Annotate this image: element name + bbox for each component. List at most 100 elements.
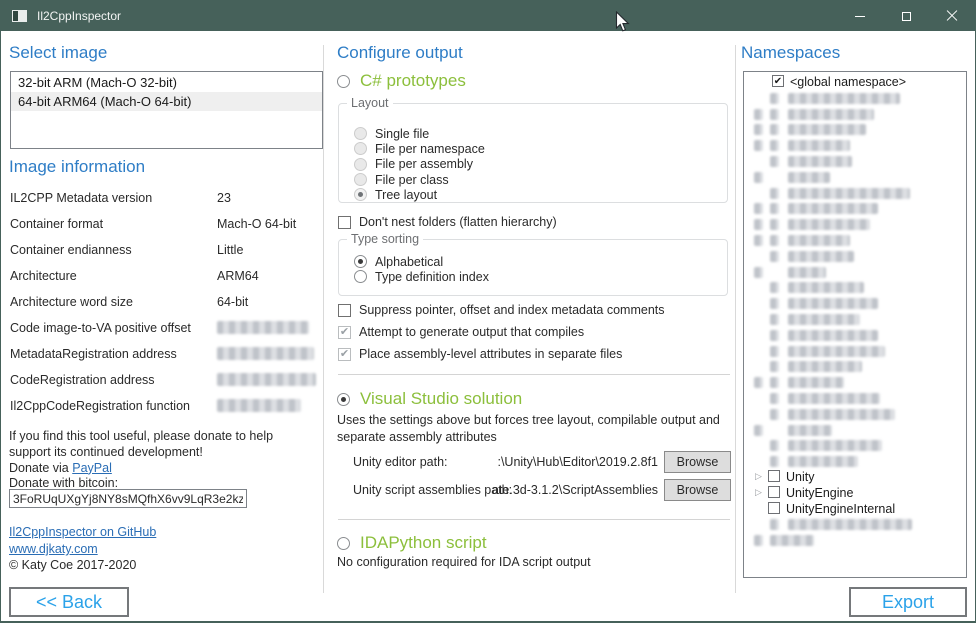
option-checkbox-row[interactable]: ✔ Place assembly-level attributes in sepa… bbox=[338, 347, 622, 361]
layout-radio-row[interactable]: Tree layout bbox=[354, 187, 727, 202]
redacted-namespace bbox=[788, 361, 862, 372]
layout-radio[interactable] bbox=[354, 158, 367, 171]
layout-radio-row[interactable]: File per assembly bbox=[354, 157, 727, 172]
redacted-value bbox=[217, 399, 301, 412]
type-sorting-radio[interactable] bbox=[354, 270, 367, 283]
csharp-radio[interactable] bbox=[337, 75, 350, 88]
unity-editor-path-value: :\Unity\Hub\Editor\2019.2.8f1 bbox=[492, 455, 658, 469]
image-list-item[interactable]: 32-bit ARM (Mach-O 32-bit) bbox=[11, 73, 322, 92]
redacted-value bbox=[217, 373, 316, 386]
layout-radio[interactable] bbox=[354, 173, 367, 186]
type-sorting-radio-row[interactable]: Type definition index bbox=[354, 269, 727, 284]
flatten-label: Don't nest folders (flatten hierarchy) bbox=[359, 215, 557, 229]
redacted-namespace bbox=[754, 140, 763, 151]
info-label: Container format bbox=[10, 217, 103, 231]
expander-icon[interactable]: ▷ bbox=[755, 471, 762, 482]
info-label: Architecture bbox=[10, 269, 77, 283]
namespace-item-redacted bbox=[746, 328, 964, 343]
redacted-namespace bbox=[788, 298, 878, 309]
redacted-namespace bbox=[770, 140, 779, 151]
namespace-item-redacted bbox=[746, 359, 964, 374]
paypal-prefix: Donate via bbox=[9, 461, 72, 475]
redacted-namespace bbox=[754, 235, 763, 246]
minimize-button[interactable] bbox=[837, 1, 883, 31]
paypal-link[interactable]: PayPal bbox=[72, 461, 112, 475]
namespace-item-redacted bbox=[746, 533, 964, 548]
type-sorting-radio[interactable] bbox=[354, 255, 367, 268]
layout-radio-label: File per assembly bbox=[375, 157, 473, 171]
divider bbox=[735, 45, 736, 593]
info-label: Container endianness bbox=[10, 243, 132, 257]
namespace-label: UnityEngineInternal bbox=[786, 502, 895, 516]
image-list[interactable]: 32-bit ARM (Mach-O 32-bit)64-bit ARM64 (… bbox=[10, 71, 323, 149]
namespace-checkbox[interactable] bbox=[768, 486, 780, 498]
namespace-item[interactable]: ▷Unity bbox=[746, 470, 964, 485]
layout-radio[interactable] bbox=[354, 188, 367, 201]
layout-radio[interactable] bbox=[354, 127, 367, 140]
csharp-prototypes-option[interactable]: C# prototypes bbox=[337, 71, 466, 91]
option-checkbox[interactable]: ✔ bbox=[338, 348, 351, 361]
browse-editor-button[interactable]: Browse bbox=[664, 451, 731, 473]
layout-radio-row[interactable]: File per namespace bbox=[354, 141, 727, 156]
info-value: Little bbox=[217, 243, 243, 257]
expander-icon[interactable]: ▷ bbox=[755, 487, 762, 498]
type-sorting-options: AlphabeticalType definition index bbox=[339, 240, 727, 285]
namespace-item-redacted bbox=[746, 344, 964, 359]
flatten-checkbox[interactable] bbox=[338, 216, 351, 229]
redacted-namespace bbox=[770, 109, 779, 120]
browse-assemblies-button[interactable]: Browse bbox=[664, 479, 731, 501]
option-checkbox-row[interactable]: Suppress pointer, offset and index metad… bbox=[338, 303, 665, 317]
idapython-description: No configuration required for IDA script… bbox=[337, 555, 591, 569]
idapython-label: IDAPython script bbox=[360, 533, 487, 553]
export-button[interactable]: Export bbox=[849, 587, 967, 617]
image-info-heading: Image information bbox=[9, 157, 145, 177]
flatten-checkbox-row[interactable]: Don't nest folders (flatten hierarchy) bbox=[338, 215, 557, 229]
layout-radio-label: Tree layout bbox=[375, 188, 437, 202]
visual-studio-option[interactable]: Visual Studio solution bbox=[337, 389, 522, 409]
maximize-button[interactable] bbox=[883, 1, 929, 31]
option-checkbox-row[interactable]: ✔Attempt to generate output that compile… bbox=[338, 325, 584, 339]
redacted-namespace bbox=[788, 124, 866, 135]
idapython-radio[interactable] bbox=[337, 537, 350, 550]
idapython-option[interactable]: IDAPython script bbox=[337, 533, 487, 553]
close-button[interactable] bbox=[929, 1, 975, 31]
redacted-namespace bbox=[754, 124, 763, 135]
redacted-namespace bbox=[770, 203, 779, 214]
back-button[interactable]: << Back bbox=[9, 587, 129, 617]
image-info-table: IL2CPP Metadata version23 Container forma… bbox=[10, 187, 326, 421]
redacted-namespace bbox=[770, 330, 779, 341]
info-row: IL2CPP Metadata version23 bbox=[10, 187, 326, 213]
option-checkbox-label: Place assembly-level attributes in separ… bbox=[359, 347, 622, 361]
redacted-value bbox=[217, 321, 309, 334]
layout-radio[interactable] bbox=[354, 142, 367, 155]
bitcoin-address-input[interactable] bbox=[9, 489, 247, 508]
namespace-item-redacted bbox=[746, 107, 964, 122]
layout-radio-row[interactable]: Single file bbox=[354, 126, 727, 141]
visual-studio-radio[interactable] bbox=[337, 393, 350, 406]
info-label: CodeRegistration address bbox=[10, 373, 155, 387]
namespace-checkbox[interactable] bbox=[768, 470, 780, 482]
info-label: Il2CppCodeRegistration function bbox=[10, 399, 190, 413]
layout-radio-row[interactable]: File per class bbox=[354, 172, 727, 187]
namespace-item[interactable]: ▷UnityEngine bbox=[746, 486, 964, 501]
redacted-namespace bbox=[788, 519, 912, 530]
redacted-namespace bbox=[788, 409, 895, 420]
namespace-list[interactable]: ✔ <global namespace> ▷Unity▷UnityEngineUni… bbox=[743, 71, 967, 578]
layout-options: Single fileFile per namespaceFile per as… bbox=[339, 104, 727, 202]
option-checkbox[interactable] bbox=[338, 304, 351, 317]
image-list-item[interactable]: 64-bit ARM64 (Mach-O 64-bit) bbox=[11, 92, 322, 111]
namespace-item[interactable]: ✔ <global namespace> bbox=[746, 75, 964, 90]
namespace-item-redacted bbox=[746, 138, 964, 153]
configure-output-heading: Configure output bbox=[337, 43, 463, 63]
namespace-label: <global namespace> bbox=[790, 75, 906, 89]
namespace-checkbox[interactable]: ✔ bbox=[772, 75, 784, 87]
github-link[interactable]: Il2CppInspector on GitHub bbox=[9, 525, 156, 539]
type-sorting-radio-row[interactable]: Alphabetical bbox=[354, 254, 727, 269]
namespace-item-redacted bbox=[746, 91, 964, 106]
info-value: Mach-O 64-bit bbox=[217, 217, 296, 231]
redacted-namespace bbox=[770, 440, 779, 451]
namespace-item[interactable]: UnityEngineInternal bbox=[746, 502, 964, 517]
namespace-checkbox[interactable] bbox=[768, 502, 780, 514]
website-link[interactable]: www.djkaty.com bbox=[9, 542, 98, 556]
option-checkbox[interactable]: ✔ bbox=[338, 326, 351, 339]
